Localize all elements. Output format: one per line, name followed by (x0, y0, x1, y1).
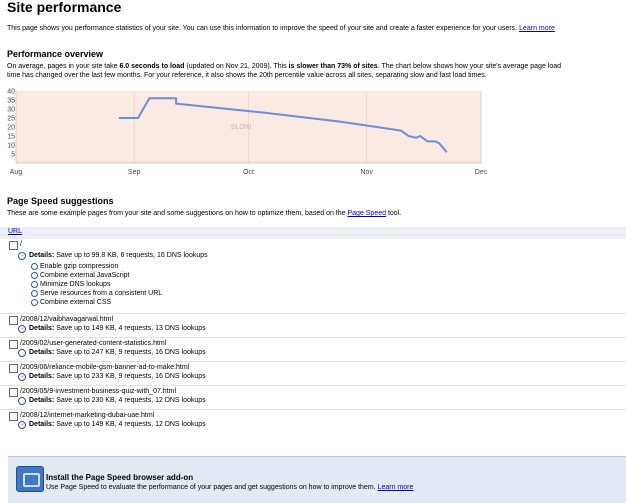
page-title: Site performance (7, 0, 122, 15)
intro-text: This page shows you performance statisti… (7, 25, 555, 32)
x-tick-label: Sep (128, 169, 141, 176)
page-icon (9, 340, 18, 349)
y-tick-label: 5 (11, 152, 15, 159)
details-value: Save up to 233 KB, 9 requests, 16 DNS lo… (56, 373, 206, 380)
row-divider (0, 385, 626, 386)
suggestion-row: /2009/06/reliance-mobile-gsm-banner-ad-t… (0, 361, 626, 385)
suggestions-desc-b: tool. (386, 210, 402, 217)
rule-item[interactable]: Serve resources from a consistent URL (40, 290, 162, 297)
collapse-icon[interactable]: − (18, 252, 26, 260)
y-tick-label: 20 (7, 125, 15, 132)
details-value: Save up to 230 KB, 4 requests, 12 DNS lo… (56, 397, 206, 404)
details-text: Details: Save up to 99.8 KB, 6 requests,… (29, 252, 208, 259)
y-tick-label: 40 (7, 89, 15, 96)
performance-overview-text: On average, pages in your site take 6.0 … (7, 62, 619, 80)
expand-icon[interactable] (18, 349, 26, 357)
x-tick-label: Nov (360, 169, 373, 176)
details-value: Save up to 99.8 KB, 6 requests, 16 DNS l… (56, 252, 208, 259)
details-value: Save up to 149 KB, 4 requests, 12 DNS lo… (56, 421, 206, 428)
page-icon (9, 316, 18, 325)
plus-icon[interactable] (31, 272, 38, 279)
suggestion-row: /2008/12/vaibhavagarwal.html − Details: … (0, 313, 626, 337)
rule-item[interactable]: Combine external CSS (40, 299, 111, 306)
details-value: Save up to 149 KB, 4 requests, 13 DNS lo… (56, 325, 206, 332)
page-url[interactable]: /2008/12/internet-marketing-dubai-uae.ht… (20, 412, 154, 419)
suggestion-row: / − Details: Save up to 99.8 KB, 6 reque… (0, 240, 626, 312)
details-label: Details: (29, 397, 55, 404)
url-sort-link[interactable]: URL (8, 228, 22, 235)
overview-load-time: 6.0 seconds to load (119, 63, 185, 70)
plus-icon[interactable] (31, 281, 38, 288)
page-icon (9, 388, 18, 397)
y-tick-label: 15 (7, 134, 15, 141)
collapse-icon[interactable]: − (18, 373, 26, 381)
overview-slower-than: is slower than 73% of sites (288, 63, 378, 70)
expand-icon[interactable] (18, 397, 26, 405)
slow-region-label: SLOW (231, 124, 252, 131)
page-url[interactable]: /2008/12/vaibhavagarwal.html (20, 316, 113, 323)
suggestion-row: /2008/12/internet-marketing-dubai-uae.ht… (0, 409, 626, 433)
details-label: Details: (29, 373, 55, 380)
rule-item[interactable]: Combine external JavaScript (40, 272, 130, 279)
details-text: Details: Save up to 233 KB, 9 requests, … (29, 373, 206, 380)
rule-item[interactable]: Enable gzip compression (40, 263, 118, 270)
details-text: Details: Save up to 230 KB, 4 requests, … (29, 397, 206, 404)
details-value: Save up to 247 KB, 9 requests, 16 DNS lo… (56, 349, 206, 356)
details-label: Details: (29, 349, 55, 356)
addon-box-icon (16, 466, 44, 492)
overview-text-a: On average, pages in your site take (7, 63, 120, 70)
plus-icon[interactable] (31, 299, 38, 306)
page-url[interactable]: /2009/05/9-investment-business-quiz-with… (20, 388, 176, 395)
row-divider (0, 337, 626, 338)
page-speed-heading: Page Speed suggestions (7, 196, 114, 206)
page-speed-description: These are some example pages from your s… (7, 209, 401, 218)
addon-desc-text: Use Page Speed to evaluate the performan… (46, 484, 376, 491)
page-icon (9, 241, 18, 250)
row-divider (0, 313, 626, 314)
page-icon (9, 412, 18, 421)
page-url[interactable]: /2009/02/user-generated-content-statisti… (20, 340, 166, 347)
details-label: Details: (29, 252, 55, 259)
overview-text-c: (updated on Nov 21, 2009). This (184, 63, 289, 70)
y-tick-label: 25 (7, 116, 15, 123)
url-column-header: URL (0, 227, 626, 239)
details-text: Details: Save up to 149 KB, 4 requests, … (29, 325, 206, 332)
collapse-icon[interactable]: − (18, 421, 26, 429)
overview-text-e: . The chart below shows how your site's … (377, 63, 562, 70)
page-url[interactable]: /2009/06/reliance-mobile-gsm-banner-ad-t… (20, 364, 189, 371)
page-icon (9, 364, 18, 373)
learn-more-link[interactable]: Learn more (519, 25, 555, 32)
suggestion-row: /2009/02/user-generated-content-statisti… (0, 337, 626, 361)
details-text: Details: Save up to 149 KB, 4 requests, … (29, 421, 206, 428)
x-tick-label: Oct (243, 169, 254, 176)
plus-icon[interactable] (31, 263, 38, 270)
suggestions-desc-a: These are some example pages from your s… (7, 210, 348, 217)
intro-body: This page shows you performance statisti… (7, 25, 518, 32)
details-label: Details: (29, 325, 55, 332)
y-tick-label: 30 (7, 107, 15, 114)
y-tick-label: 35 (7, 98, 15, 105)
suggestion-row: /2009/05/9-investment-business-quiz-with… (0, 385, 626, 409)
plus-icon[interactable] (31, 290, 38, 297)
page-url[interactable]: / (20, 241, 22, 248)
y-tick-label: 10 (7, 143, 15, 150)
page-speed-link[interactable]: Page Speed (347, 210, 386, 217)
x-tick-label: Dec (475, 169, 488, 176)
details-text: Details: Save up to 247 KB, 9 requests, … (29, 349, 206, 356)
overview-text-line2: time has changed over the last few month… (7, 72, 487, 79)
addon-description: Use Page Speed to evaluate the performan… (46, 484, 413, 491)
row-divider (0, 409, 626, 410)
addon-learn-more-link[interactable]: Learn more (378, 484, 414, 491)
rule-item[interactable]: Minimize DNS lookups (40, 281, 110, 288)
details-label: Details: (29, 421, 55, 428)
addon-title: Install the Page Speed browser add-on (46, 473, 194, 482)
row-divider (0, 361, 626, 362)
load-time-chart: Aug Sep Oct Nov Dec 40 35 30 25 20 15 10 5 SLOW (7, 89, 488, 177)
performance-overview-heading: Performance overview (7, 49, 104, 59)
collapse-icon[interactable]: − (18, 325, 26, 333)
addon-banner: Install the Page Speed browser add-on Us… (8, 456, 626, 503)
x-tick-label: Aug (10, 169, 23, 176)
